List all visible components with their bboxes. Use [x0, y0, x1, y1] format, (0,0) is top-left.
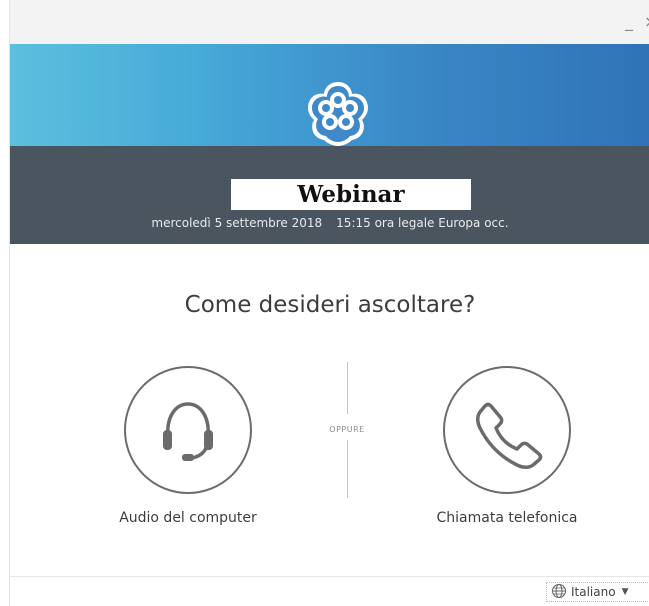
divider-bottom — [347, 440, 348, 498]
meeting-datetime: mercoledì 5 settembre 2018 15:15 ora lega… — [10, 216, 649, 230]
phone-call-label: Chiamata telefonica — [436, 510, 578, 526]
computer-audio-label: Audio del computer — [119, 510, 257, 526]
globe-icon — [551, 583, 567, 602]
webex-audio-window: _ × Webinar mercoledì 5 settembre 2018 15… — [9, 0, 649, 606]
divider-top — [347, 362, 348, 414]
meeting-date: mercoledì 5 settembre 2018 — [151, 216, 323, 230]
headset-icon[interactable] — [124, 366, 252, 494]
title-bar: _ × — [10, 0, 649, 44]
app-logo-icon — [302, 76, 374, 148]
minimize-button[interactable]: _ — [625, 14, 633, 30]
meeting-title: Webinar — [231, 179, 471, 210]
language-selector[interactable]: Italiano ▼ — [546, 582, 649, 602]
audio-question: Come desideri ascoltare? — [184, 292, 476, 318]
footer-divider — [10, 576, 649, 577]
chevron-down-icon: ▼ — [621, 587, 629, 597]
phone-icon[interactable] — [443, 366, 571, 494]
language-label: Italiano — [571, 585, 616, 599]
meeting-time: 15:15 ora legale Europa occ. — [336, 216, 509, 230]
or-separator: OPPURE — [329, 425, 365, 434]
close-button[interactable]: × — [644, 14, 649, 30]
computer-audio-option[interactable]: Audio del computer — [88, 366, 288, 536]
phone-call-option[interactable]: Chiamata telefonica — [407, 366, 607, 536]
